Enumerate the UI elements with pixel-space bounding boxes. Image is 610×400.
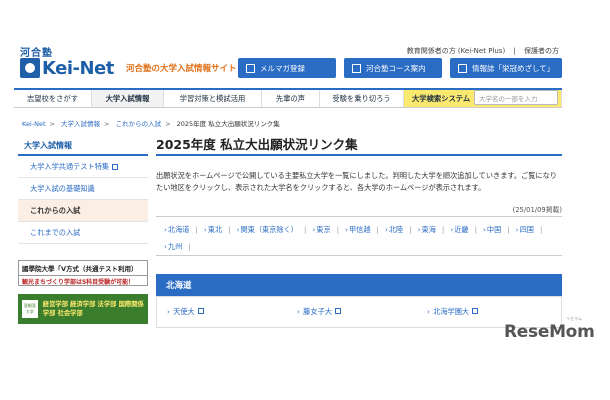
kei-net-logo[interactable]: Kei-Net [20,56,114,80]
sidebar: 大学入試情報 大学入学共通テスト特集 大学入試の基礎知識 これからの入試 これま… [18,136,148,244]
logo-mark-icon [20,58,40,78]
crumb-current: 2025年度 私立大出願状況リンク集 [176,120,280,128]
region-link[interactable]: ›関東（東京除く） [237,225,307,235]
univ-link[interactable]: › 北海学園大 [427,307,557,317]
region-link[interactable]: ›四国 [516,225,543,235]
page-title: 2025年度 私立大出願状況リンク集 [156,137,358,152]
nav-find-school[interactable]: 志望校をさがす [14,90,92,107]
crumb-exam-info[interactable]: 大学入試情報 [61,120,100,128]
mailmag-button[interactable]: メルマガ登録 [238,58,336,78]
region-link[interactable]: ›中国 [483,225,510,235]
link-educators[interactable]: 教育関係者の方 (Kei-Net Plus) [407,47,505,55]
region-link[interactable]: ›東北 [204,225,231,235]
univ-link[interactable]: › 藤女子大 [297,307,427,317]
link-parents[interactable]: 保護者の方 [524,47,559,55]
site-tagline: 河合塾の大学入試情報サイト [126,64,237,74]
external-link-icon [112,163,119,170]
nav-senpai[interactable]: 先輩の声 [262,90,320,107]
sidebar-item-past[interactable]: これまでの入試 [18,222,148,244]
sidebar-item-upcoming[interactable]: これからの入試 [18,200,148,222]
nav-exam-info[interactable]: 大学入試情報 [92,90,164,107]
sidebar-heading[interactable]: 大学入試情報 [18,136,148,156]
section-links: › 天使大 › 藤女子大 › 北海学園大 [156,296,562,328]
separator: | [513,47,516,55]
top-links: 教育関係者の方 (Kei-Net Plus) | 保護者の方 [404,46,562,56]
book-icon [352,63,361,73]
region-link[interactable]: ›東海 [418,225,445,235]
crumb-home[interactable]: Kei-Net [22,120,46,128]
course-button[interactable]: 河合塾コース案内 [344,58,442,78]
region-link[interactable]: ›甲信越 [345,225,379,235]
logo-text: Kei-Net [42,57,114,79]
sidebar-item-basics[interactable]: 大学入試の基礎知識 [18,178,148,200]
banner-logo: 亜細亜大学 [22,300,38,318]
crumb-upcoming[interactable]: これからの入試 [116,120,162,128]
external-link-icon [197,308,204,314]
section-heading: 北海道 [156,274,562,296]
region-link[interactable]: ›九州 [164,242,191,252]
magazine-icon [458,63,467,73]
post-date: (25/01/09掲載) [512,206,562,214]
sidebar-item-common-test[interactable]: 大学入学共通テスト特集 [18,156,148,178]
region-link[interactable]: ›近畿 [450,225,477,235]
banner-line2: 観光まちづくり学部は5科目受験が可能！ [22,279,135,286]
resemom-watermark: ReseMom [504,322,595,342]
nav-survive[interactable]: 受験を乗り切ろう [320,90,404,107]
region-link[interactable]: ›北陸 [385,225,412,235]
breadcrumb: Kei-Net > 大学入試情報 > これからの入試 > 2025年度 私立大出願状況… [22,120,280,128]
region-link[interactable]: ›東京 [312,225,339,235]
banner-line1: 國學院大學「V方式（共通テスト利用） [19,261,147,276]
region-link[interactable]: ›北海道 [164,225,198,235]
nav-study[interactable]: 学習対策と模試活用 [164,90,262,107]
external-link-icon [472,308,479,314]
ad-banner-kokugakuin[interactable]: 國學院大學「V方式（共通テスト利用） 観光まちづくり学部は5科目受験が可能！ [18,260,148,286]
banner-faculties: 経営学部 経済学部 法学部 国際関係学部 社会学部 [42,301,144,317]
region-links: ›北海道 ›東北 ›関東（東京除く） ›東京 ›甲信越 ›北陸 ›東海 ›近畿 … [156,216,562,256]
ad-banner-asia[interactable]: 亜細亜大学 経営学部 経済学部 法学部 国際関係学部 社会学部 [18,294,148,324]
magazine-button[interactable]: 情報誌「栄冠めざして」 [450,58,562,78]
external-link-icon [334,308,341,314]
mail-icon [246,63,255,73]
title-divider [156,154,562,156]
page-description: 出願状況をホームページで公開している主要私立大学を一覧にしました。判明した大学を… [156,171,557,192]
search-input[interactable]: 大学名の一部を入力 [474,90,558,105]
univ-link[interactable]: › 天使大 [167,307,297,317]
